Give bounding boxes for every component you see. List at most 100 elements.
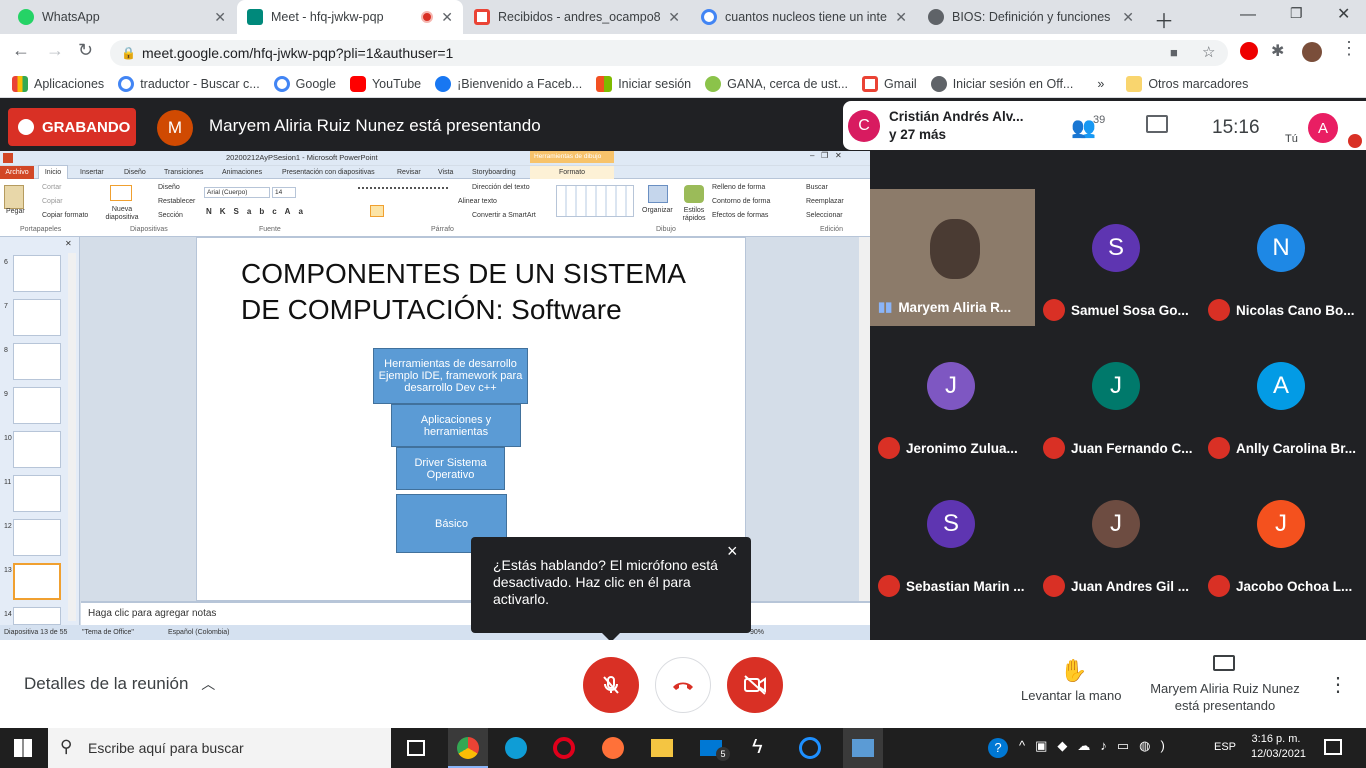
bookmark-translate[interactable]: traductor - Buscar c... — [118, 75, 260, 92]
font-size-select[interactable]: 14 — [272, 187, 296, 198]
tab-insertar[interactable]: Insertar — [80, 169, 104, 176]
opera-icon[interactable] — [1240, 42, 1258, 60]
replace-button[interactable]: Reemplazar — [806, 198, 844, 205]
participant-tile[interactable]: A Anlly Carolina Br... — [1200, 327, 1365, 464]
chat-icon[interactable] — [1146, 115, 1168, 133]
avatar[interactable] — [1302, 42, 1322, 62]
meeting-details-button[interactable]: Detalles de la reunión ︿ — [24, 674, 215, 694]
arrange-icon[interactable] — [648, 185, 668, 203]
raise-hand-label[interactable]: Levantar la mano — [1021, 688, 1121, 703]
close-tooltip-icon[interactable]: × — [727, 542, 738, 560]
tab-whatsapp[interactable]: WhatsApp ✕ — [8, 0, 236, 34]
tab-formato[interactable]: Formato — [530, 166, 614, 179]
tab-storyboarding[interactable]: Storyboarding — [472, 169, 516, 176]
tab-google-search[interactable]: cuantos nucleos tiene un intel ✕ — [691, 0, 917, 34]
participant-tile[interactable]: J Jacobo Ochoa L... — [1200, 465, 1365, 602]
close-tab-icon[interactable]: ✕ — [214, 9, 226, 26]
participant-tile-video[interactable]: ▮▮ Maryem Aliria R... — [870, 189, 1035, 326]
slide-thumbnail[interactable] — [13, 343, 61, 380]
notifications-icon[interactable] — [1324, 739, 1342, 755]
section-button[interactable]: Sección — [158, 212, 183, 219]
select-button[interactable]: Seleccionar — [806, 212, 843, 219]
box-driver-os[interactable]: Driver Sistema Operativo — [396, 447, 505, 490]
taskbar-search[interactable]: ⚲ Escribe aquí para buscar — [48, 728, 391, 768]
layout-button[interactable]: Diseño — [158, 184, 180, 191]
firefox-icon[interactable] — [602, 737, 624, 759]
camera-toggle-button[interactable] — [727, 657, 783, 713]
leave-call-button[interactable] — [655, 657, 711, 713]
close-window-icon[interactable]: ✕ — [1337, 4, 1350, 24]
slide-thumbnail[interactable] — [13, 299, 61, 336]
find-button[interactable]: Buscar — [806, 184, 828, 191]
align-center-button[interactable] — [370, 205, 384, 217]
more-options-icon[interactable]: ⋮ — [1328, 672, 1348, 697]
bookmark-apps[interactable]: Aplicaciones — [12, 75, 104, 92]
align-text-button[interactable]: Alinear texto — [458, 198, 497, 205]
slide-thumbnail[interactable] — [13, 475, 61, 512]
shapes-gallery[interactable] — [556, 185, 634, 217]
bookmark-login[interactable]: Iniciar sesión — [596, 75, 691, 92]
box-applications[interactable]: Aplicaciones y herramientas — [391, 404, 521, 447]
restore-icon[interactable]: ❐ — [1290, 5, 1303, 22]
tab-revisar[interactable]: Revisar — [397, 169, 421, 176]
participant-tile[interactable]: J Juan Fernando C... — [1035, 327, 1200, 464]
tab-archivo[interactable]: Archivo — [0, 166, 34, 179]
forward-icon[interactable]: → — [46, 40, 64, 61]
help-icon[interactable]: ? — [988, 738, 1008, 758]
address-bar[interactable]: 🔒 meet.google.com/hfq-jwkw-pqp?pli=1&aut… — [110, 40, 1228, 66]
clock[interactable]: 3:16 p. m. 12/03/2021 — [1251, 733, 1306, 760]
camera-icon[interactable]: ■ — [1170, 40, 1178, 66]
new-tab-icon[interactable]: ＋ — [1154, 5, 1174, 34]
participant-tile[interactable]: N Nicolas Cano Bo... — [1200, 189, 1365, 326]
shape-outline-button[interactable]: Contorno de forma — [712, 198, 770, 205]
minimize-icon[interactable]: — — [1240, 6, 1256, 24]
text-direction-button[interactable]: Dirección del texto — [472, 184, 530, 191]
edge-icon[interactable] — [505, 737, 527, 759]
box-dev-tools[interactable]: Herramientas de desarrollo Ejemplo IDE, … — [373, 348, 528, 404]
bookmark-google[interactable]: Google — [273, 75, 336, 92]
bookmark-facebook[interactable]: ¡Bienvenido a Faceb... — [435, 75, 582, 92]
tab-gmail[interactable]: Recibidos - andres_ocampo822 ✕ — [464, 0, 690, 34]
tab-bios[interactable]: BIOS: Definición y funciones ✕ — [918, 0, 1144, 34]
bookmark-youtube[interactable]: YouTube — [349, 75, 421, 92]
back-icon[interactable]: ← — [12, 40, 30, 61]
list-buttons[interactable] — [358, 187, 448, 193]
format-painter-button[interactable]: Copiar formato — [42, 212, 88, 219]
pane-scrollbar[interactable] — [68, 253, 76, 621]
bookmark-gana[interactable]: GANA, cerca de ust... — [705, 75, 848, 92]
file-explorer-icon[interactable] — [651, 739, 673, 757]
menu-icon[interactable]: ⋮ — [1340, 38, 1358, 59]
shape-fill-button[interactable]: Relleno de forma — [712, 184, 765, 191]
ppt-window-controls[interactable]: – ❐ ✕ — [810, 151, 842, 160]
system-tray-icons[interactable]: ^▣◆☁♪▭◍) — [1019, 738, 1175, 754]
tab-animaciones[interactable]: Animaciones — [222, 169, 262, 176]
other-bookmarks[interactable]: Otros marcadores — [1126, 75, 1248, 92]
bookmark-office[interactable]: Iniciar sesión en Off... — [930, 75, 1073, 92]
tab-inicio[interactable]: Inicio — [38, 165, 68, 180]
shape-effects-button[interactable]: Efectos de formas — [712, 212, 768, 219]
keyboard-language[interactable]: ESP — [1214, 741, 1236, 753]
tab-presentacion[interactable]: Presentación con diapositivas — [282, 169, 375, 176]
tab-transiciones[interactable]: Transiciones — [164, 169, 203, 176]
participant-tile[interactable]: S Samuel Sosa Go... — [1035, 189, 1200, 326]
slide-thumbnail[interactable] — [13, 431, 61, 468]
paste-icon[interactable] — [4, 185, 24, 209]
taskbar-powerpoint[interactable] — [843, 728, 883, 768]
slide-thumbnail[interactable] — [13, 519, 61, 556]
close-tab-icon[interactable]: ✕ — [441, 9, 453, 26]
font-name-select[interactable]: Arial (Cuerpo) — [204, 187, 270, 198]
close-tab-icon[interactable]: ✕ — [668, 9, 680, 26]
raise-hand-icon[interactable]: ✋ — [1060, 658, 1087, 684]
language[interactable]: Español (Colombia) — [168, 629, 229, 636]
participant-tile[interactable]: J Juan Andres Gil ... — [1035, 465, 1200, 602]
participant-tile[interactable]: S Sebastian Marin ... — [870, 465, 1035, 602]
reload-icon[interactable]: ↻ — [78, 40, 93, 61]
mic-toggle-button[interactable] — [583, 657, 639, 713]
close-tab-icon[interactable]: ✕ — [1122, 9, 1134, 26]
tab-vista[interactable]: Vista — [438, 169, 453, 176]
tab-diseno[interactable]: Diseño — [124, 169, 146, 176]
taskbar-chrome[interactable] — [448, 728, 488, 768]
bookmark-gmail[interactable]: Gmail — [862, 75, 917, 92]
participant-tile[interactable]: J Jeronimo Zulua... — [870, 327, 1035, 464]
slide-thumbnail[interactable] — [13, 387, 61, 424]
